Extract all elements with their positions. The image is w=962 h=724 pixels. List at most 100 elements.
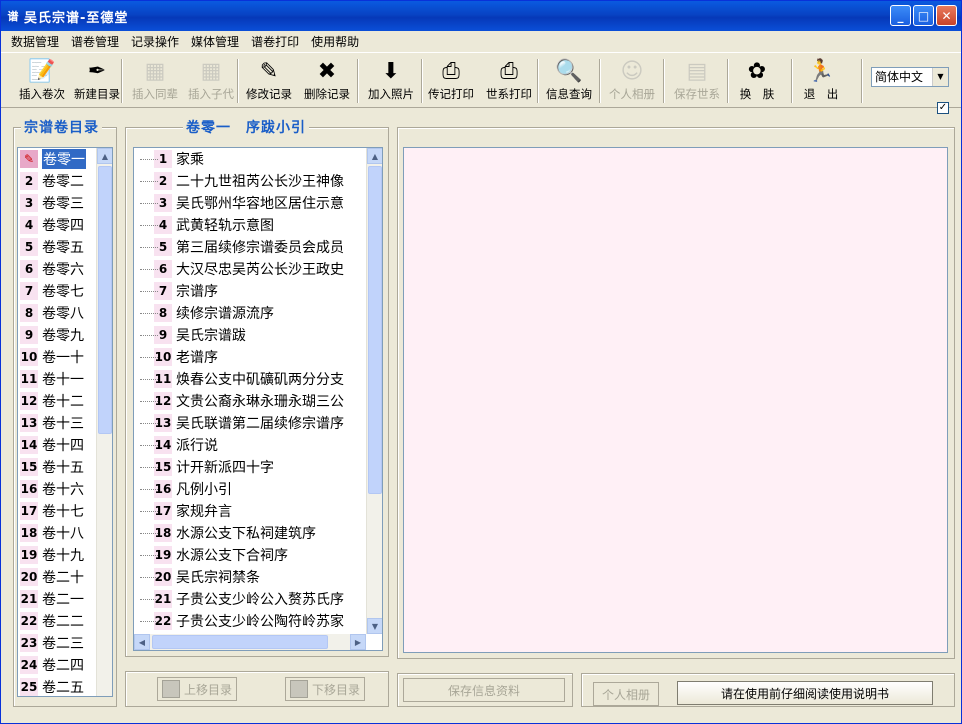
catalog-item-label: 卷二三 (42, 636, 84, 652)
volume-item[interactable]: 20 吴氏宗祠禁条 (134, 566, 366, 588)
catalog-item[interactable]: 16 卷十六 (20, 478, 96, 500)
menu-help[interactable]: 使用帮助 (305, 33, 365, 50)
catalog-item[interactable]: 4 卷零四 (20, 214, 96, 236)
search-info-button[interactable]: 🔍 信息查询 (541, 56, 597, 106)
volume-list[interactable]: 1 家乘 2 二十九世祖芮公长沙王神像 3 吴氏鄂州华容地区居住示意 4 武黄轻轨示意图 5 第三… (133, 147, 383, 651)
volume-item[interactable]: 4 武黄轻轨示意图 (134, 214, 366, 236)
lineage-print-button[interactable]: ⎙ 世系打印 (479, 56, 539, 106)
catalog-item[interactable]: 8 卷零八 (20, 302, 96, 324)
menu-data-management[interactable]: 数据管理 (5, 33, 65, 50)
volume-item[interactable]: 10 老谱序 (134, 346, 366, 368)
save-info-button[interactable]: 保存信息资料 (403, 678, 565, 702)
volume-item[interactable]: 1 家乘 (134, 148, 366, 170)
catalog-item[interactable]: 5 卷零五 (20, 236, 96, 258)
insert-volume-button[interactable]: 📝 插入卷次 (15, 56, 69, 106)
catalog-scroll-thumb[interactable] (98, 166, 112, 434)
catalog-title: 宗谱卷目录 (21, 117, 102, 137)
volume-item[interactable]: 16 凡例小引 (134, 478, 366, 500)
volume-item[interactable]: 3 吴氏鄂州华容地区居住示意 (134, 192, 366, 214)
delete-record-button[interactable]: ✖ 删除记录 (299, 56, 355, 106)
catalog-item[interactable]: 11 卷十一 (20, 368, 96, 390)
catalog-item[interactable]: 20 卷二十 (20, 566, 96, 588)
scroll-right-icon[interactable]: ▶ (350, 634, 366, 650)
save-lineage-button[interactable]: ▤ 保存世系 (667, 56, 727, 106)
volume-item[interactable]: 2 二十九世祖芮公长沙王神像 (134, 170, 366, 192)
volume-item[interactable]: 7 宗谱序 (134, 280, 366, 302)
catalog-item[interactable]: 3 卷零三 (20, 192, 96, 214)
catalog-item[interactable]: 13 卷十三 (20, 412, 96, 434)
manual-button[interactable]: 请在使用前仔细阅读使用说明书 (677, 681, 933, 705)
volume-item[interactable]: 18 水源公支下私祠建筑序 (134, 522, 366, 544)
catalog-item[interactable]: 9 卷零九 (20, 324, 96, 346)
catalog-item[interactable]: 17 卷十七 (20, 500, 96, 522)
insert-child-button[interactable]: ▦ 插入子代 (183, 56, 239, 106)
volume-scroll-thumb[interactable] (368, 166, 382, 494)
option-checkbox[interactable]: ✓ (937, 102, 949, 114)
volume-item-label: 大汉尽忠吴芮公长沙王政史 (176, 262, 344, 278)
personal-album-button[interactable]: 个人相册 (593, 682, 659, 706)
scroll-down-icon[interactable]: ▼ (367, 618, 382, 634)
exit-button[interactable]: 🏃 退 出 (799, 56, 843, 106)
catalog-item[interactable]: 10 卷一十 (20, 346, 96, 368)
volume-item[interactable]: 8 续修宗谱源流序 (134, 302, 366, 324)
catalog-item[interactable]: 22 卷二二 (20, 610, 96, 632)
catalog-item[interactable]: 21 卷二一 (20, 588, 96, 610)
catalog-item-number: 5 (20, 238, 38, 256)
volume-item[interactable]: 9 吴氏宗谱跋 (134, 324, 366, 346)
volume-item[interactable]: 15 计开新派四十字 (134, 456, 366, 478)
scroll-left-icon[interactable]: ◀ (134, 634, 150, 650)
move-down-button[interactable]: 下移目录 (285, 677, 365, 701)
catalog-item[interactable]: 2 卷零二 (20, 170, 96, 192)
catalog-item-number: 21 (20, 590, 38, 608)
volume-item[interactable]: 22 子贵公支少岭公陶符岭苏家 (134, 610, 366, 632)
catalog-item[interactable]: 15 卷十五 (20, 456, 96, 478)
volume-item[interactable]: 14 派行说 (134, 434, 366, 456)
title-bar[interactable]: 谱 吴氏宗谱-至德堂 _ □ ✕ (1, 1, 961, 31)
catalog-item[interactable]: 23 卷二三 (20, 632, 96, 654)
catalog-scrollbar[interactable]: ▲ (96, 148, 112, 696)
add-photo-button[interactable]: ⬇ 加入照片 (361, 56, 421, 106)
catalog-item[interactable]: 12 卷十二 (20, 390, 96, 412)
volume-item[interactable]: 17 家规弁言 (134, 500, 366, 522)
volume-item[interactable]: 11 焕春公支中矶礦矶两分分支 (134, 368, 366, 390)
catalog-list[interactable]: ✎ 卷零一 2 卷零二 3 卷零三 4 卷零四 5 卷零五 6 卷零六 7 卷零七 8 卷零八 9 卷零九 10 卷一… (17, 147, 113, 697)
catalog-item[interactable]: 24 卷二四 (20, 654, 96, 676)
maximize-button[interactable]: □ (913, 5, 934, 26)
scroll-up-icon[interactable]: ▲ (367, 148, 382, 164)
chevron-down-icon[interactable]: ▼ (932, 68, 948, 86)
menu-media-management[interactable]: 媒体管理 (185, 33, 245, 50)
volume-item[interactable]: 6 大汉尽忠吴芮公长沙王政史 (134, 258, 366, 280)
minimize-button[interactable]: _ (890, 5, 911, 26)
detail-panel[interactable] (403, 147, 948, 653)
insert-sibling-button[interactable]: ▦ 插入同辈 (127, 56, 183, 106)
move-up-button[interactable]: 上移目录 (157, 677, 237, 701)
language-select[interactable]: 简体中文 ▼ (871, 67, 949, 87)
personal-album-button[interactable]: ☺ 个人相册 (603, 56, 661, 106)
catalog-item[interactable]: 14 卷十四 (20, 434, 96, 456)
catalog-item[interactable]: 6 卷零六 (20, 258, 96, 280)
catalog-item[interactable]: 7 卷零七 (20, 280, 96, 302)
change-skin-button[interactable]: ✿ 换 肤 (735, 56, 779, 106)
catalog-item-number: 7 (20, 282, 38, 300)
volume-item[interactable]: 21 子贵公支少岭公入赘苏氏序 (134, 588, 366, 610)
volume-hscroll-thumb[interactable] (152, 635, 328, 649)
scroll-up-icon[interactable]: ▲ (97, 148, 112, 164)
volume-item[interactable]: 5 第三届续修宗谱委员会成员 (134, 236, 366, 258)
volume-item[interactable]: 19 水源公支下合祠序 (134, 544, 366, 566)
biography-print-button[interactable]: ⎙ 传记打印 (425, 56, 477, 106)
new-catalog-button[interactable]: ✒ 新建目录 (69, 56, 125, 106)
catalog-item[interactable]: 19 卷十九 (20, 544, 96, 566)
catalog-item[interactable]: ✎ 卷零一 (20, 148, 96, 170)
menu-record-operations[interactable]: 记录操作 (125, 33, 185, 50)
close-button[interactable]: ✕ (936, 5, 957, 26)
menu-volume-management[interactable]: 谱卷管理 (65, 33, 125, 50)
catalog-item[interactable]: 18 卷十八 (20, 522, 96, 544)
menu-volume-print[interactable]: 谱卷打印 (245, 33, 305, 50)
edit-record-button[interactable]: ✎ 修改记录 (241, 56, 297, 106)
volume-hscrollbar[interactable]: ◀ ▶ (134, 634, 366, 650)
toolbar-separator (357, 59, 359, 103)
catalog-item[interactable]: 25 卷二五 (20, 676, 96, 696)
volume-scrollbar[interactable]: ▲ ▼ (366, 148, 382, 634)
volume-item[interactable]: 13 吴氏联谱第二届续修宗谱序 (134, 412, 366, 434)
volume-item[interactable]: 12 文贵公裔永琳永珊永瑚三公 (134, 390, 366, 412)
